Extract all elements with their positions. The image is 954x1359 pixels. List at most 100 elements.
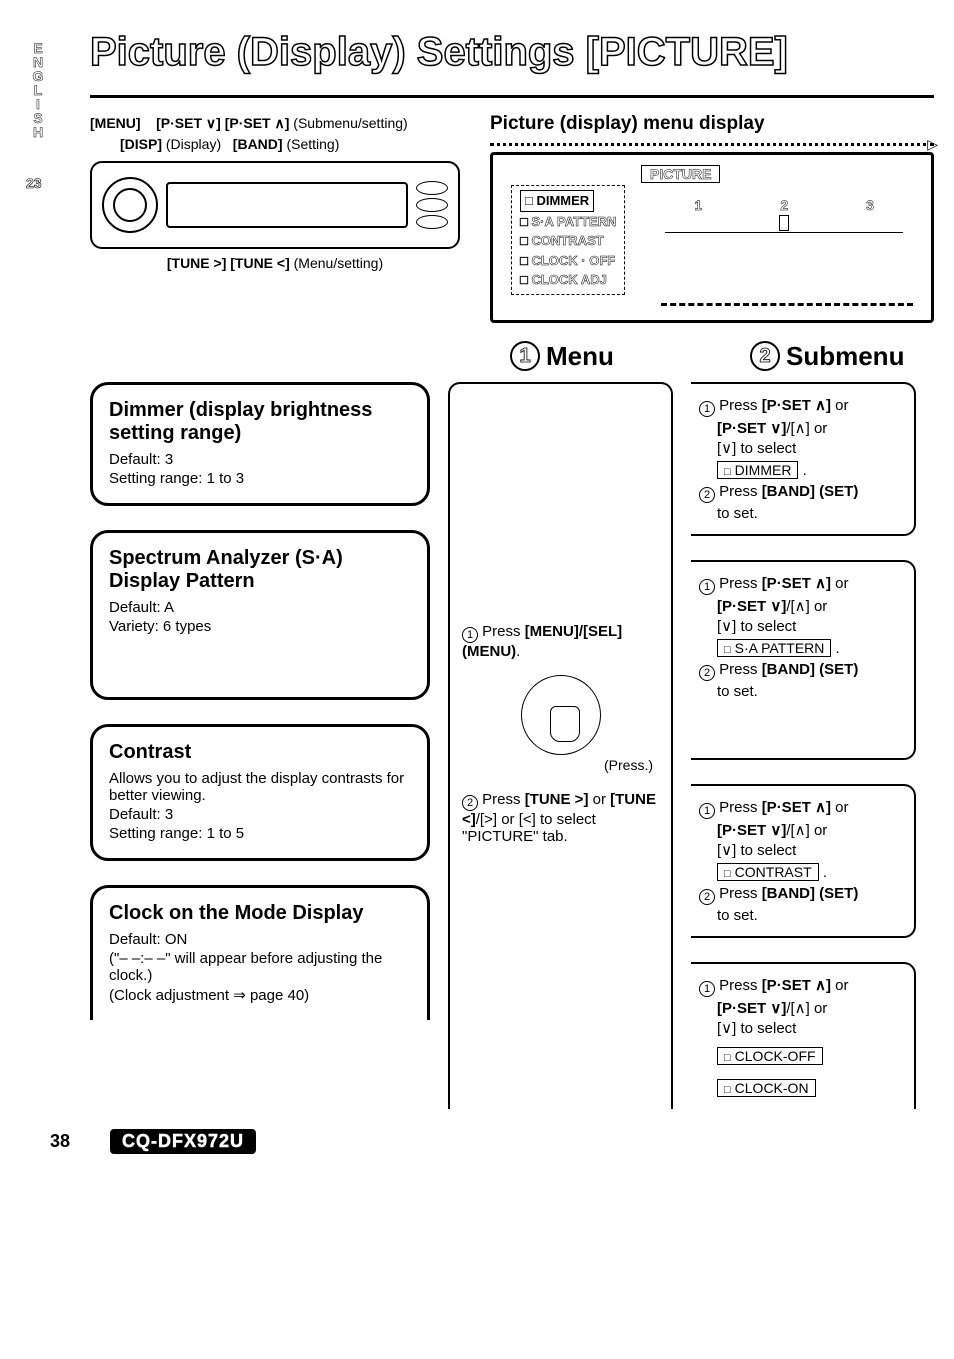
menu-heading: Menu xyxy=(546,341,614,372)
r1-b1: [P·SET ∧] xyxy=(762,397,831,414)
button-callouts: [MENU] [P·SET ∨] [P·SET ∧] (Submenu/sett… xyxy=(90,113,460,323)
step1-post: . xyxy=(516,643,520,660)
submenu-heading: Submenu xyxy=(786,341,904,372)
r3-p1: or xyxy=(831,799,849,816)
sa-box: Spectrum Analyzer (S·A) Display Pattern … xyxy=(90,530,430,700)
model-badge: CQ-DFX972U xyxy=(110,1129,256,1154)
tune-note: (Menu/setting) xyxy=(294,255,383,271)
submenu-sa-box: 1 Press [P·SET ∧] or [P·SET ∨]/[∧] or [∨… xyxy=(691,560,916,760)
step1-pre: Press xyxy=(482,623,525,640)
page-number: 38 xyxy=(50,1131,70,1152)
r2-n2: 2 xyxy=(699,665,715,681)
r2-l6: to set. xyxy=(717,683,904,700)
language-vertical-label: ENGLISH xyxy=(30,40,46,138)
r1-pill: □DIMMER xyxy=(717,461,798,479)
r2-l3: [∨] to select xyxy=(717,617,904,635)
press-knob-illustration xyxy=(521,675,601,755)
r4-l3: [∨] to select xyxy=(717,1019,904,1037)
slider-num-1: 1 xyxy=(694,197,702,213)
sa-variety: Variety: 6 types xyxy=(109,618,411,635)
r4-n1: 1 xyxy=(699,981,715,997)
r2-pill: □S·A PATTERN xyxy=(717,639,831,657)
page-title: Picture (Display) Settings [PICTURE] xyxy=(90,30,934,75)
r3-pill: □CONTRAST xyxy=(717,863,819,881)
clock-title: Clock on the Mode Display xyxy=(109,902,411,925)
r2-pre: Press xyxy=(719,575,762,592)
knob-illustration xyxy=(102,177,158,233)
submenu-clock-box: 1 Press [P·SET ∧] or [P·SET ∨]/[∧] or [∨… xyxy=(691,962,916,1109)
r1-p2: /[∧] or xyxy=(786,420,827,437)
radio-faceplate-illustration xyxy=(90,161,460,249)
sa-title: Spectrum Analyzer (S·A) Display Pattern xyxy=(109,547,411,593)
r1-p1: or xyxy=(831,397,849,414)
contrast-box: Contrast Allows you to adjust the displa… xyxy=(90,724,430,861)
step2-mid: or xyxy=(588,791,610,808)
slider-num-2: 2 xyxy=(780,197,788,213)
side-buttons-illustration xyxy=(416,181,448,229)
r3-p2: /[∧] or xyxy=(786,822,827,839)
r1-b3: [BAND] (SET) xyxy=(762,483,859,500)
menu-item-clock-off: CLOCK · OFF xyxy=(531,253,615,268)
r2-b2: [P·SET ∨] xyxy=(717,598,786,615)
slider-num-3: 3 xyxy=(866,197,874,213)
r1-b2: [P·SET ∨] xyxy=(717,420,786,437)
r3-l6: to set. xyxy=(717,907,904,924)
r1-n2: 2 xyxy=(699,487,715,503)
r2-b3: [BAND] (SET) xyxy=(762,661,859,678)
r4-pre: Press xyxy=(719,977,762,994)
r2-p1: or xyxy=(831,575,849,592)
menu-procedure-box: 1 Press [MENU]/[SEL] (MENU). (Press.) 2 … xyxy=(448,382,673,1109)
r3-l3: [∨] to select xyxy=(717,841,904,859)
slider-area: 1 2 3 xyxy=(655,185,913,233)
pset-keys-label: [P·SET ∨] [P·SET ∧] xyxy=(156,115,289,131)
band-note: (Setting) xyxy=(286,136,339,152)
r4-p1: or xyxy=(831,977,849,994)
dimmer-range: Setting range: 1 to 3 xyxy=(109,470,411,487)
r1-pre2: Press xyxy=(719,483,762,500)
r3-b2: [P·SET ∨] xyxy=(717,822,786,839)
contrast-desc: Allows you to adjust the display contras… xyxy=(109,770,411,804)
r3-n2: 2 xyxy=(699,889,715,905)
r4-pill-on: □CLOCK-ON xyxy=(717,1079,816,1097)
clock-note1: ("– –:– –" will appear before adjusting … xyxy=(109,950,411,984)
display-panel-illustration: PICTURE □ DIMMER □ S·A PATTERN □ CONTRAS… xyxy=(490,152,934,323)
disp-note: (Display) xyxy=(166,136,221,152)
dotted-arrow xyxy=(490,143,934,146)
picture-tab: PICTURE xyxy=(641,165,720,183)
press-label: (Press.) xyxy=(462,757,653,773)
clock-box: Clock on the Mode Display Default: ON ("… xyxy=(90,885,430,1020)
r2-pre2: Press xyxy=(719,661,762,678)
r3-b3: [BAND] (SET) xyxy=(762,885,859,902)
dimmer-box: Dimmer (display brightness setting range… xyxy=(90,382,430,506)
step1-icon: 1 xyxy=(462,627,478,643)
submenu-contrast-box: 1 Press [P·SET ∧] or [P·SET ∨]/[∧] or [∨… xyxy=(691,784,916,938)
r2-b1: [P·SET ∧] xyxy=(762,575,831,592)
r1-n1: 1 xyxy=(699,401,715,417)
r3-pre: Press xyxy=(719,799,762,816)
menu-item-sa: S·A PATTERN xyxy=(531,214,616,229)
r4-p2: /[∧] or xyxy=(786,1000,827,1017)
r3-pre2: Press xyxy=(719,885,762,902)
page-badge: 23 xyxy=(26,175,42,191)
r4-pill-off: □CLOCK-OFF xyxy=(717,1047,823,1065)
band-key-label: [BAND] xyxy=(233,136,283,152)
step-two-icon: 2 xyxy=(750,341,780,371)
menu-list: □ DIMMER □ S·A PATTERN □ CONTRAST □ CLOC… xyxy=(511,185,625,295)
r1-l6: to set. xyxy=(717,505,904,522)
display-illustration xyxy=(166,182,408,228)
clock-note2: (Clock adjustment ⇒ page 40) xyxy=(109,986,411,1004)
r1-l3: [∨] to select xyxy=(717,439,904,457)
r4-b2: [P·SET ∨] xyxy=(717,1000,786,1017)
display-subtitle: Picture (display) menu display xyxy=(490,113,934,135)
step-one-icon: 1 xyxy=(510,341,540,371)
menu-item-contrast: CONTRAST xyxy=(531,233,603,248)
step2-bold1: [TUNE >] xyxy=(525,791,589,808)
contrast-range: Setting range: 1 to 5 xyxy=(109,825,411,842)
title-rule xyxy=(90,95,934,98)
step2-pre: Press xyxy=(482,791,525,808)
r4-b1: [P·SET ∧] xyxy=(762,977,831,994)
dimmer-default: Default: 3 xyxy=(109,451,411,468)
menu-item-dimmer: DIMMER xyxy=(536,193,589,208)
r2-n1: 1 xyxy=(699,579,715,595)
submenu-note: (Submenu/setting) xyxy=(293,115,407,131)
